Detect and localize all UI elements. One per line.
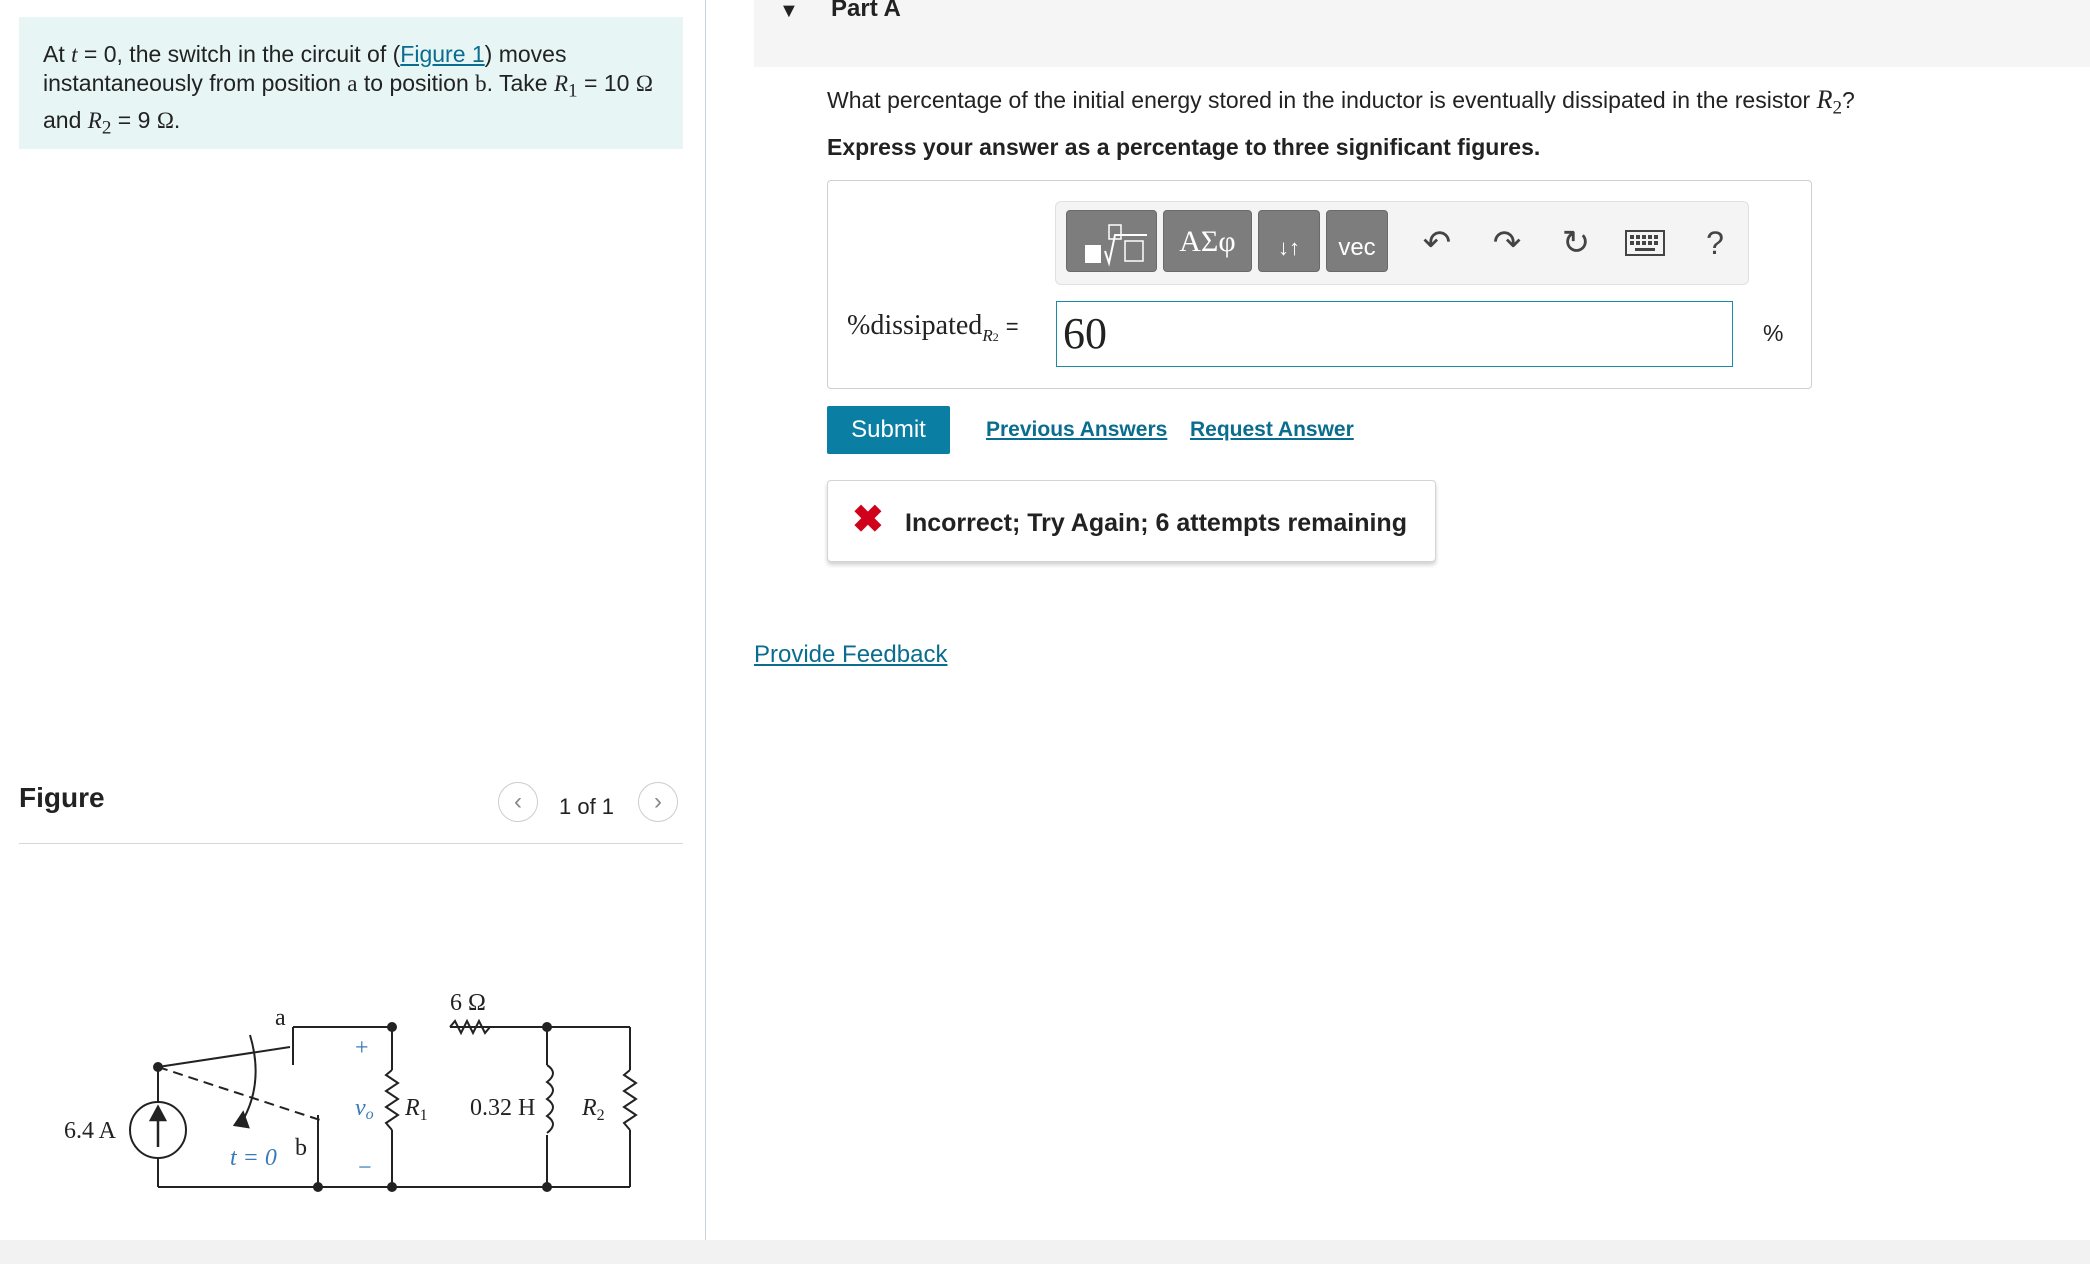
templates-button[interactable] — [1066, 210, 1157, 272]
problem-text: = 9 — [111, 106, 157, 133]
problem-text: = 0, the switch in the circuit of ( — [77, 41, 401, 67]
problem-text: At — [43, 41, 72, 67]
part-title: Part A — [831, 0, 901, 22]
answer-panel: ΑΣφ ↓↑ vec ↶ ↷ ↻ ? %dissipatedR2 = 60 % — [827, 180, 1812, 389]
question-text: What percentage of the initial energy st… — [827, 85, 1855, 120]
answer-label-subscript-num: 2 — [992, 329, 999, 344]
next-figure-button[interactable]: › — [638, 782, 678, 822]
greek-symbols-button[interactable]: ΑΣφ — [1163, 210, 1252, 272]
figure-pager-text: 1 of 1 — [559, 794, 615, 819]
r1-circuit-label: R1 — [404, 1095, 428, 1124]
plus-sign: + — [355, 1035, 369, 1061]
chevron-right-icon: › — [654, 788, 662, 815]
answer-unit: % — [1763, 320, 1784, 346]
ohm-symbol: Ω — [635, 71, 653, 96]
column-divider — [705, 0, 706, 1264]
answer-input[interactable]: 60 — [1056, 301, 1733, 367]
problem-text: and — [43, 106, 88, 133]
r1-symbol: R — [553, 71, 569, 96]
switch-time-label: t = 0 — [230, 1145, 277, 1171]
ohm-symbol: Ω — [156, 107, 174, 133]
equals-sign: = — [1005, 314, 1019, 339]
answer-label: %dissipatedR2 = — [847, 310, 1019, 346]
r2-symbol: R — [87, 107, 102, 133]
bottom-bar — [0, 1240, 2090, 1264]
minus-sign: − — [358, 1155, 372, 1181]
feedback-text: Incorrect; Try Again; 6 attempts remaini… — [905, 509, 1407, 537]
r1-subscript: 1 — [568, 80, 578, 102]
question-r2-symbol: R — [1816, 85, 1833, 114]
question-r2-subscript: 2 — [1832, 97, 1843, 119]
vector-button[interactable]: vec — [1326, 210, 1388, 272]
math-toolbar: ΑΣφ ↓↑ vec ↶ ↷ ↻ ? — [1055, 201, 1749, 285]
undo-icon[interactable]: ↶ — [1414, 220, 1460, 266]
caret-down-icon[interactable]: ▼ — [779, 0, 799, 23]
figure-header: Figure ‹ 1 of 1 › — [19, 780, 683, 844]
error-x-icon: ✖ — [852, 499, 884, 541]
keyboard-icon[interactable] — [1622, 220, 1668, 266]
submit-button[interactable]: Submit — [827, 406, 950, 454]
provide-feedback-link[interactable]: Provide Feedback — [754, 641, 947, 669]
r2-circuit-label: R2 — [581, 1095, 605, 1124]
figure-link[interactable]: Figure 1 — [400, 41, 484, 67]
templates-icon — [1085, 224, 1147, 267]
problem-text: . — [173, 106, 181, 133]
chevron-left-icon: ‹ — [514, 788, 522, 815]
figure-title: Figure — [19, 782, 105, 813]
source-label: 6.4 A — [64, 1118, 117, 1144]
problem-statement: At t = 0, the switch in the circuit of (… — [19, 17, 683, 149]
question-end: ? — [1842, 87, 1855, 113]
position-b-text: b — [475, 71, 487, 96]
request-answer-link[interactable]: Request Answer — [1190, 418, 1354, 442]
help-icon[interactable]: ? — [1692, 220, 1738, 266]
problem-text: = 10 — [577, 70, 636, 96]
reset-icon[interactable]: ↻ — [1553, 220, 1599, 266]
answer-instruction: Express your answer as a percentage to t… — [827, 134, 1541, 160]
six-ohm-label: 6 Ω — [450, 990, 486, 1016]
problem-text: . Take — [486, 70, 554, 96]
terminal-a-label: a — [275, 1005, 286, 1031]
terminal-b-label: b — [295, 1135, 307, 1161]
position-a-text: a — [347, 71, 358, 96]
vo-label: vo — [355, 1095, 374, 1123]
previous-figure-button[interactable]: ‹ — [498, 782, 538, 822]
feedback-message: ✖ Incorrect; Try Again; 6 attempts remai… — [827, 480, 1436, 562]
inductor-label: 0.32 H — [470, 1095, 535, 1121]
answer-label-text: %dissipated — [847, 310, 983, 341]
part-a-header[interactable]: ▼ Part A — [754, 0, 2090, 67]
redo-icon[interactable]: ↷ — [1484, 220, 1530, 266]
problem-text: to position — [357, 70, 476, 96]
circuit-diagram: 6.4 A t = 0 a b 6 Ω + − vo R1 0.32 H R2 — [64, 990, 638, 1192]
answer-label-subscript: R — [982, 325, 993, 345]
r2-subscript: 2 — [101, 117, 112, 139]
previous-answers-link[interactable]: Previous Answers — [986, 418, 1167, 442]
arrows-button[interactable]: ↓↑ — [1258, 210, 1320, 272]
question-body: What percentage of the initial energy st… — [827, 87, 1817, 113]
